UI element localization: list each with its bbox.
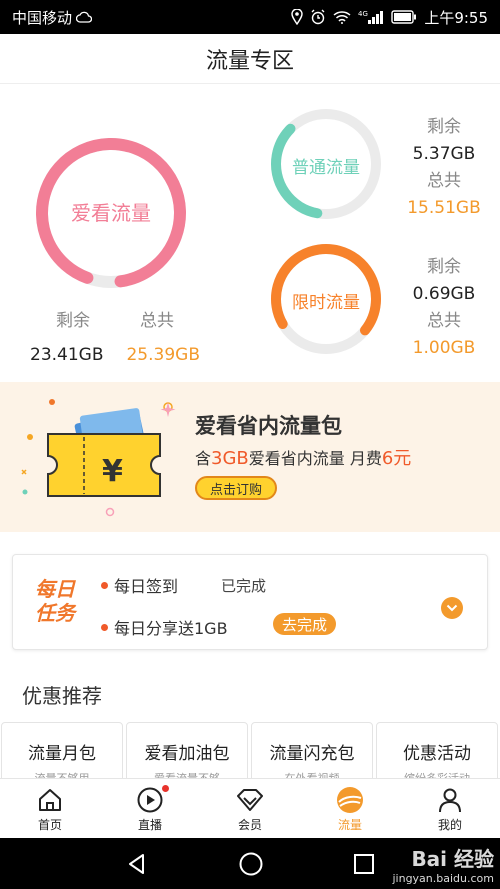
tab-live-label: 直播 (137, 818, 162, 832)
chevron-down-icon (446, 604, 458, 612)
task-share-label: 每日分享送1GB (114, 619, 228, 638)
tab-member[interactable]: 会员 (200, 779, 300, 838)
main-total-value: 25.39GB (126, 345, 200, 365)
wifi-icon (333, 10, 351, 24)
tab-mine-label: 我的 (437, 818, 462, 832)
promo-card-boost[interactable]: 爱看加油包 爱看流量不够 (126, 722, 248, 778)
bullet-dot (101, 581, 108, 589)
tab-member-label: 会员 (237, 818, 262, 832)
battery-icon (391, 10, 417, 24)
ticket-yen-symbol: ¥ (102, 454, 123, 489)
task-checkin-status: 已完成 (221, 577, 267, 595)
task-checkin-label: 每日签到 (114, 577, 179, 596)
alarm-icon (310, 9, 326, 25)
limited-remaining-value: 0.69GB (412, 284, 476, 304)
normal-total-value: 15.51GB (407, 198, 481, 218)
task-item-checkin: 每日签到 (101, 573, 178, 597)
main-ring-label: 爱看流量 (71, 201, 151, 225)
cloud-icon (76, 11, 93, 23)
share-go-button[interactable]: 去完成 (273, 613, 336, 635)
back-icon[interactable] (125, 852, 149, 876)
limited-ring-label: 限时流量 (292, 293, 360, 313)
main-remaining-value: 23.41GB (30, 345, 104, 365)
ticket-illustration (21, 399, 173, 517)
location-icon (291, 9, 304, 25)
bottom-tab-bar: 首页 直播 会员 流量 我的 (0, 778, 500, 838)
main-ring-stats: 剩余 总共 23.41GB 25.39GB (30, 306, 200, 365)
daily-task-card: 每日 任务 每日签到 已完成 每日分享送1GB 去完成 (12, 554, 488, 650)
main-remaining-label: 剩余 (56, 311, 90, 331)
daily-task-logo: 每日 任务 (35, 577, 95, 627)
normal-remaining-value: 5.37GB (412, 144, 476, 164)
promo-card-monthly[interactable]: 流量月包 流量不够用 (1, 722, 123, 778)
normal-ring-stats: 剩余 5.37GB 总共 15.51GB (404, 112, 484, 220)
limited-traffic-ring[interactable]: 限时流量 (270, 243, 382, 355)
bullet-dot (101, 623, 108, 631)
daily-task-logo-line2: 任务 (35, 601, 75, 625)
play-icon (136, 784, 164, 816)
tab-home-label: 首页 (37, 818, 62, 832)
promo-card-subtitle: 在外看视频 (252, 770, 372, 778)
tab-live[interactable]: 直播 (100, 779, 200, 838)
normal-ring-label: 普通流量 (292, 158, 360, 178)
carrier-name: 中国移动 (12, 8, 73, 27)
page-title: 流量专区 (205, 48, 294, 74)
package-banner[interactable]: ¥ 爱看省内流量包 含3GB爱看省内流量 月费6元 点击订购 (0, 382, 500, 532)
sparkle-icon (160, 402, 176, 417)
limited-total-label: 总共 (427, 311, 461, 331)
person-icon (436, 784, 464, 816)
tab-mine[interactable]: 我的 (400, 779, 500, 838)
banner-subtitle: 含3GB爱看省内流量 月费6元 (195, 444, 411, 470)
promo-card-events[interactable]: 优惠活动 缤纷多彩活动 (376, 722, 498, 778)
daily-task-logo-line1: 每日 (35, 577, 75, 601)
banner-title: 爱看省内流量包 (195, 414, 342, 438)
home-icon (36, 784, 64, 816)
home-circle-icon[interactable] (238, 851, 264, 877)
promo-section-title: 优惠推荐 (22, 684, 102, 708)
traffic-icon (335, 784, 365, 816)
tab-traffic[interactable]: 流量 (300, 779, 400, 838)
clock-time: 上午9:55 (424, 8, 488, 27)
svg-text:4G: 4G (358, 10, 368, 18)
promo-card-title: 流量月包 (28, 744, 96, 764)
banner-sub-amount: 3GB (211, 448, 249, 469)
promo-card-title: 流量闪充包 (269, 744, 355, 764)
page-title-bar: 流量专区 (0, 34, 500, 84)
banner-sub-prefix: 含 (195, 449, 212, 468)
main-traffic-ring[interactable]: 爱看流量 (33, 135, 189, 291)
recents-icon[interactable] (353, 853, 375, 875)
diamond-icon (235, 784, 265, 816)
notification-dot (162, 785, 169, 792)
limited-ring-stats: 剩余 0.69GB 总共 1.00GB (404, 252, 484, 360)
normal-traffic-ring[interactable]: 普通流量 (270, 108, 382, 220)
main-total-label: 总共 (140, 311, 174, 331)
signal-icon: 4G (358, 9, 384, 25)
watermark-line2: jingyan.baidu.com (392, 872, 494, 885)
status-bar: 中国移动 4G 上午9:55 (0, 0, 500, 34)
normal-total-label: 总共 (427, 171, 461, 191)
normal-remaining-label: 剩余 (427, 117, 461, 137)
promo-card-subtitle: 流量不够用 (2, 770, 122, 778)
banner-sub-fee: 6元 (381, 448, 412, 469)
expand-tasks-button[interactable] (441, 597, 463, 619)
promo-card-subtitle: 爱看流量不够 (127, 770, 247, 778)
system-nav-bar: Bai 经验 jingyan.baidu.com (0, 838, 500, 889)
promo-card-subtitle: 缤纷多彩活动 (377, 770, 497, 778)
banner-sub-middle: 爱看省内流量 月费 (248, 449, 382, 468)
promo-card-row: 流量月包 流量不够用 爱看加油包 爱看流量不够 流量闪充包 在外看视频 优惠活动… (0, 720, 500, 778)
watermark-line1: Bai 经验 (411, 847, 494, 871)
limited-total-value: 1.00GB (412, 338, 476, 358)
tab-traffic-label: 流量 (337, 818, 362, 832)
limited-remaining-label: 剩余 (427, 257, 461, 277)
order-button[interactable]: 点击订购 (195, 476, 277, 500)
promo-card-flash[interactable]: 流量闪充包 在外看视频 (251, 722, 373, 778)
watermark: Bai 经验 jingyan.baidu.com (392, 843, 494, 885)
task-item-share: 每日分享送1GB (101, 615, 228, 639)
promo-card-title: 爱看加油包 (144, 744, 230, 764)
tab-home[interactable]: 首页 (0, 779, 100, 838)
promo-card-title: 优惠活动 (403, 744, 471, 764)
